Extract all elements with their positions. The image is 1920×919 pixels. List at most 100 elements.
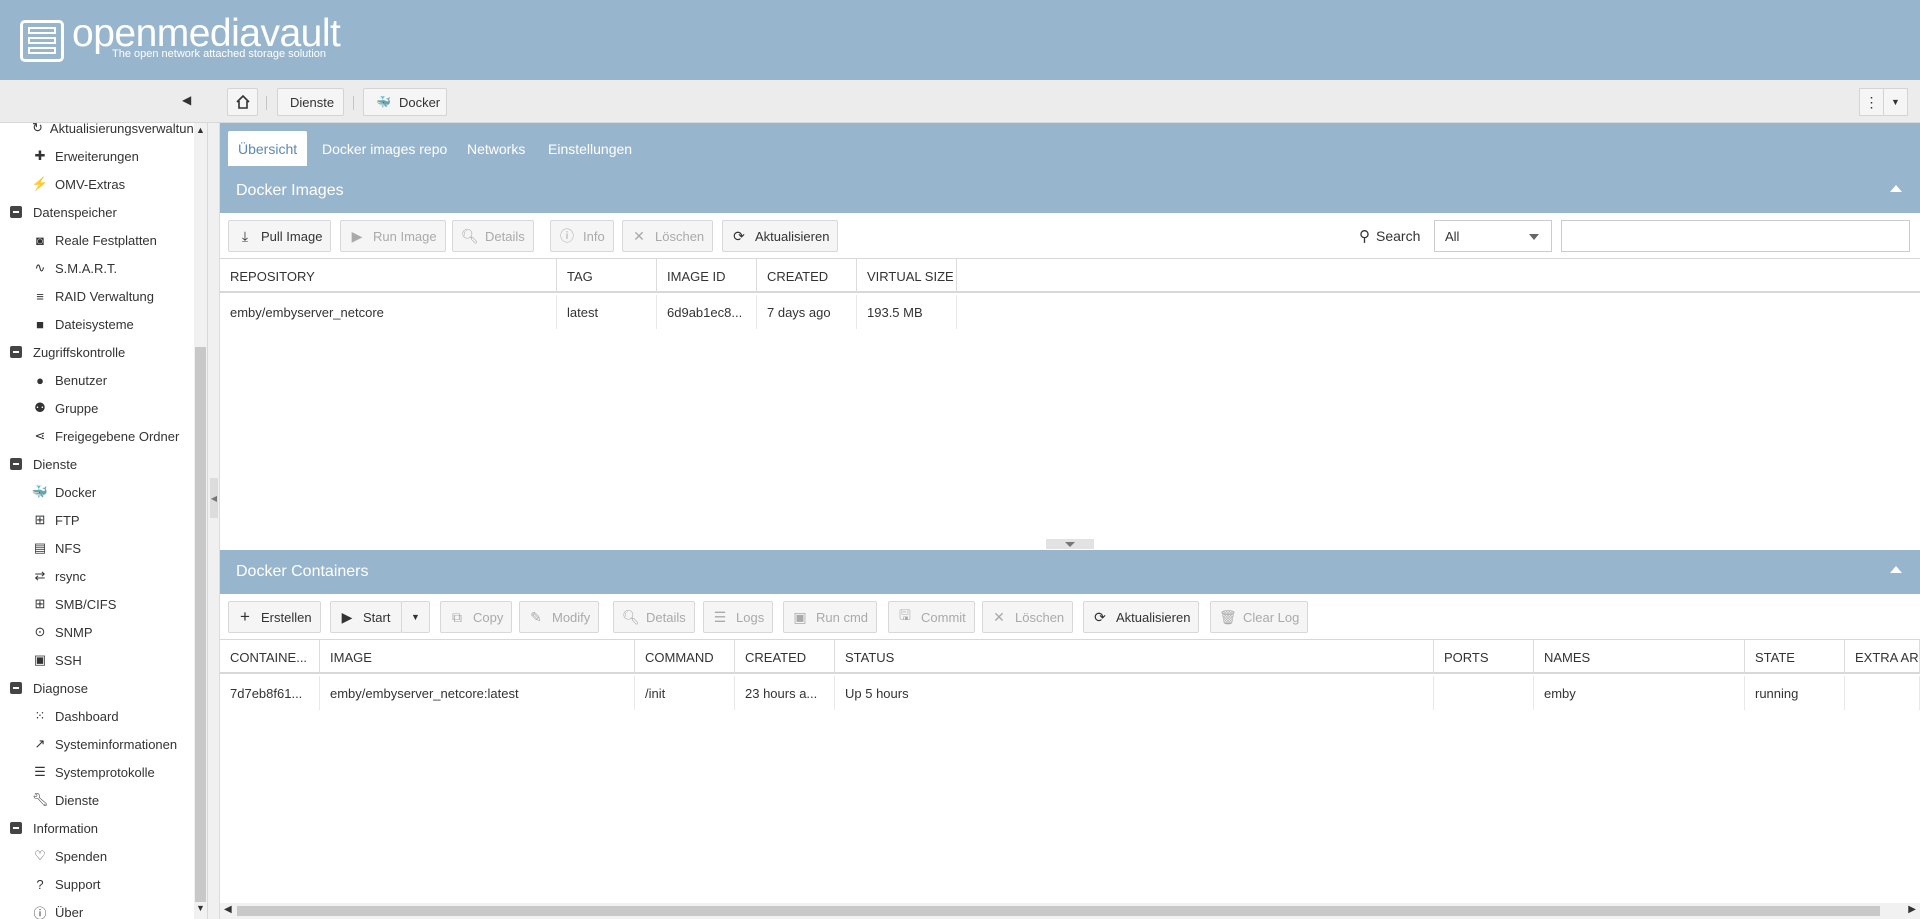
breadcrumb-docker[interactable]: 🐳 Docker [363, 88, 447, 116]
sidebar-group-diagnose[interactable]: Diagnose [0, 674, 194, 702]
containers-column-header[interactable]: PORTS [1434, 640, 1534, 674]
collapse-panel-icon[interactable] [1890, 185, 1902, 192]
start-dropdown-button[interactable]: ▼ [401, 601, 430, 633]
images-column-header[interactable]: VIRTUAL SIZE [857, 259, 957, 293]
sidebar-item-dateisysteme[interactable]: ■ Dateisysteme [0, 310, 194, 338]
sidebar-item-erweiterungen[interactable]: ✚ Erweiterungen [0, 142, 194, 170]
sidebar-item-smb-cifs[interactable]: ⊞ SMB/CIFS [0, 590, 194, 618]
sidebar-item-gruppe[interactable]: ⚉ Gruppe [0, 394, 194, 422]
sidebar-item-label: Diagnose [33, 680, 88, 696]
containers-column-header[interactable]: CONTAINE... [220, 640, 320, 674]
containers-column-header[interactable]: STATUS [835, 640, 1434, 674]
sidebar-item-ssh[interactable]: ▣ SSH [0, 646, 194, 674]
horizontal-scroll-thumb[interactable] [237, 906, 1880, 916]
group-icon: ⚉ [34, 400, 46, 415]
commit-button[interactable]: 🖫 Commit [888, 601, 975, 633]
collapse-panel-icon[interactable] [1890, 566, 1902, 573]
sidebar-group-information[interactable]: Information [0, 814, 194, 842]
home-button[interactable] [227, 88, 258, 116]
containers-column-header[interactable]: NAMES [1534, 640, 1745, 674]
copy-button[interactable]: ⧉ Copy [440, 601, 513, 633]
tab-uebersicht[interactable]: Übersicht [228, 131, 308, 166]
tab-docker-images-repo[interactable]: Docker images repo [312, 131, 457, 166]
images-column-header[interactable]: TAG [557, 259, 657, 293]
refresh-images-button[interactable]: ⟳ Aktualisieren [722, 220, 839, 252]
sidebar-group-datenspeicher[interactable]: Datenspeicher [0, 198, 194, 226]
create-container-button[interactable]: + Erstellen [228, 601, 321, 633]
sidebar-item-raid-verwaltung[interactable]: ≡ RAID Verwaltung [0, 282, 194, 310]
refresh-containers-button[interactable]: ⟳ Aktualisieren [1083, 601, 1200, 633]
containers-column-header[interactable]: EXTRA AR [1845, 640, 1920, 674]
sidebar-item-spenden[interactable]: ♡ Spenden [0, 842, 194, 870]
containers-column-header[interactable]: CREATED [735, 640, 835, 674]
scroll-left-icon[interactable]: ◀ [224, 904, 232, 915]
containers-column-header[interactable]: IMAGE [320, 640, 635, 674]
start-button[interactable]: ▶ Start [330, 601, 402, 633]
scroll-right-icon[interactable]: ▶ [1908, 904, 1916, 915]
pull-image-button[interactable]: ⤓ Pull Image [228, 220, 332, 252]
sidebar-scrollbar[interactable]: ▲ ▼ [194, 123, 207, 919]
folder-icon: ■ [36, 316, 44, 332]
sidebar-scroll-thumb[interactable] [195, 347, 206, 902]
breadcrumb-separator [266, 96, 267, 110]
delete-container-button[interactable]: ✕ Löschen [982, 601, 1074, 633]
search-label-text: Search [1376, 228, 1421, 244]
modify-button[interactable]: ✎ Modify [519, 601, 600, 633]
tab-bar: Übersicht Docker images repo Networks Ei… [220, 123, 1920, 169]
scroll-up-icon[interactable]: ▲ [194, 125, 207, 139]
tab-networks[interactable]: Networks [457, 131, 535, 166]
sidebar-group-dienste[interactable]: Dienste [0, 450, 194, 478]
sidebar-group-zugriffskontrolle[interactable]: Zugriffskontrolle [0, 338, 194, 366]
sidebar-item-snmp[interactable]: ⊙ SNMP [0, 618, 194, 646]
sidebar-item-s-m-a-r-t-[interactable]: ∿ S.M.A.R.T. [0, 254, 194, 282]
sidebar-item-systemprotokolle[interactable]: ☰ Systemprotokolle [0, 758, 194, 786]
sidebar-item-über[interactable]: ⓘ Über [0, 898, 194, 919]
search-filter-select[interactable]: All [1434, 220, 1552, 252]
sidebar-item-benutzer[interactable]: ● Benutzer [0, 366, 194, 394]
horizontal-scrollbar[interactable]: ◀ ▶ [220, 903, 1920, 919]
delete-image-button[interactable]: ✕ Löschen [622, 220, 714, 252]
collapse-left-icon[interactable]: ◀ [210, 478, 218, 518]
table-row[interactable]: emby/embyserver_netcore latest 6d9ab1ec8..… [220, 295, 1920, 329]
sidebar-item-omv-extras[interactable]: ⚡ OMV-Extras [0, 170, 194, 198]
clear-log-button[interactable]: 🗑 Clear Log [1210, 601, 1309, 633]
main-content: Übersicht Docker images repo Networks Ei… [220, 123, 1920, 919]
collapse-sidebar-icon[interactable]: ◀ [182, 93, 192, 109]
run-cmd-button[interactable]: ▣ Run cmd [783, 601, 878, 633]
panel-resize-grip[interactable] [1046, 539, 1094, 549]
sidebar-item-label: Aktualisierungsverwaltung [49, 123, 201, 136]
sidebar-item-reale-festplatten[interactable]: ◙ Reale Festplatten [0, 226, 194, 254]
images-column-header[interactable]: IMAGE ID [657, 259, 757, 293]
sidebar-item-nfs[interactable]: ▤ NFS [0, 534, 194, 562]
images-column-header[interactable]: REPOSITORY [220, 259, 557, 293]
containers-panel-header: Docker Containers [220, 550, 1920, 594]
home-icon [235, 94, 250, 109]
run-image-button[interactable]: ▶ Run Image [340, 220, 446, 252]
sidebar-item-docker[interactable]: 🐳 Docker [0, 478, 194, 506]
sidebar-splitter[interactable]: ◀ [208, 123, 220, 919]
tab-einstellungen[interactable]: Einstellungen [538, 131, 642, 166]
logs-button[interactable]: ☰ Logs [703, 601, 774, 633]
more-vertical-icon[interactable]: ⋮ [1860, 89, 1884, 115]
scroll-down-icon[interactable]: ▼ [194, 903, 207, 917]
chevron-down-icon[interactable]: ▼ [1884, 89, 1907, 115]
sidebar-item-rsync[interactable]: ⇄ rsync [0, 562, 194, 590]
breadcrumb-dienste[interactable]: Dienste [277, 88, 344, 116]
sidebar-item-dashboard[interactable]: ⁙ Dashboard [0, 702, 194, 730]
sidebar-item-support[interactable]: ? Support [0, 870, 194, 898]
sidebar-item-ftp[interactable]: ⊞ FTP [0, 506, 194, 534]
sidebar-item-dienste[interactable]: 🔧︎ Dienste [0, 786, 194, 814]
images-toolbar: ⤓ Pull Image ▶ Run Image 🔍︎ Details ⓘ Info ✕… [220, 213, 1920, 259]
chart-line-icon: ↗ [34, 736, 46, 751]
containers-column-header[interactable]: COMMAND [635, 640, 735, 674]
sidebar-item-freigegebene-ordner[interactable]: ⋖ Freigegebene Ordner [0, 422, 194, 450]
containers-column-header[interactable]: STATE [1745, 640, 1845, 674]
info-button[interactable]: ⓘ Info [550, 220, 614, 252]
images-column-header[interactable]: CREATED [757, 259, 857, 293]
search-input[interactable] [1561, 220, 1910, 252]
container-details-button[interactable]: 🔍︎ Details [613, 601, 695, 633]
table-row[interactable]: 7d7eb8f61... emby/embyserver_netcore:late… [220, 676, 1920, 710]
sidebar-item-systeminformationen[interactable]: ↗ Systeminformationen [0, 730, 194, 758]
details-button[interactable]: 🔍︎ Details [452, 220, 534, 252]
sidebar-item-aktualisierungsverwaltung[interactable]: ↻ Aktualisierungsverwaltung [0, 123, 201, 142]
